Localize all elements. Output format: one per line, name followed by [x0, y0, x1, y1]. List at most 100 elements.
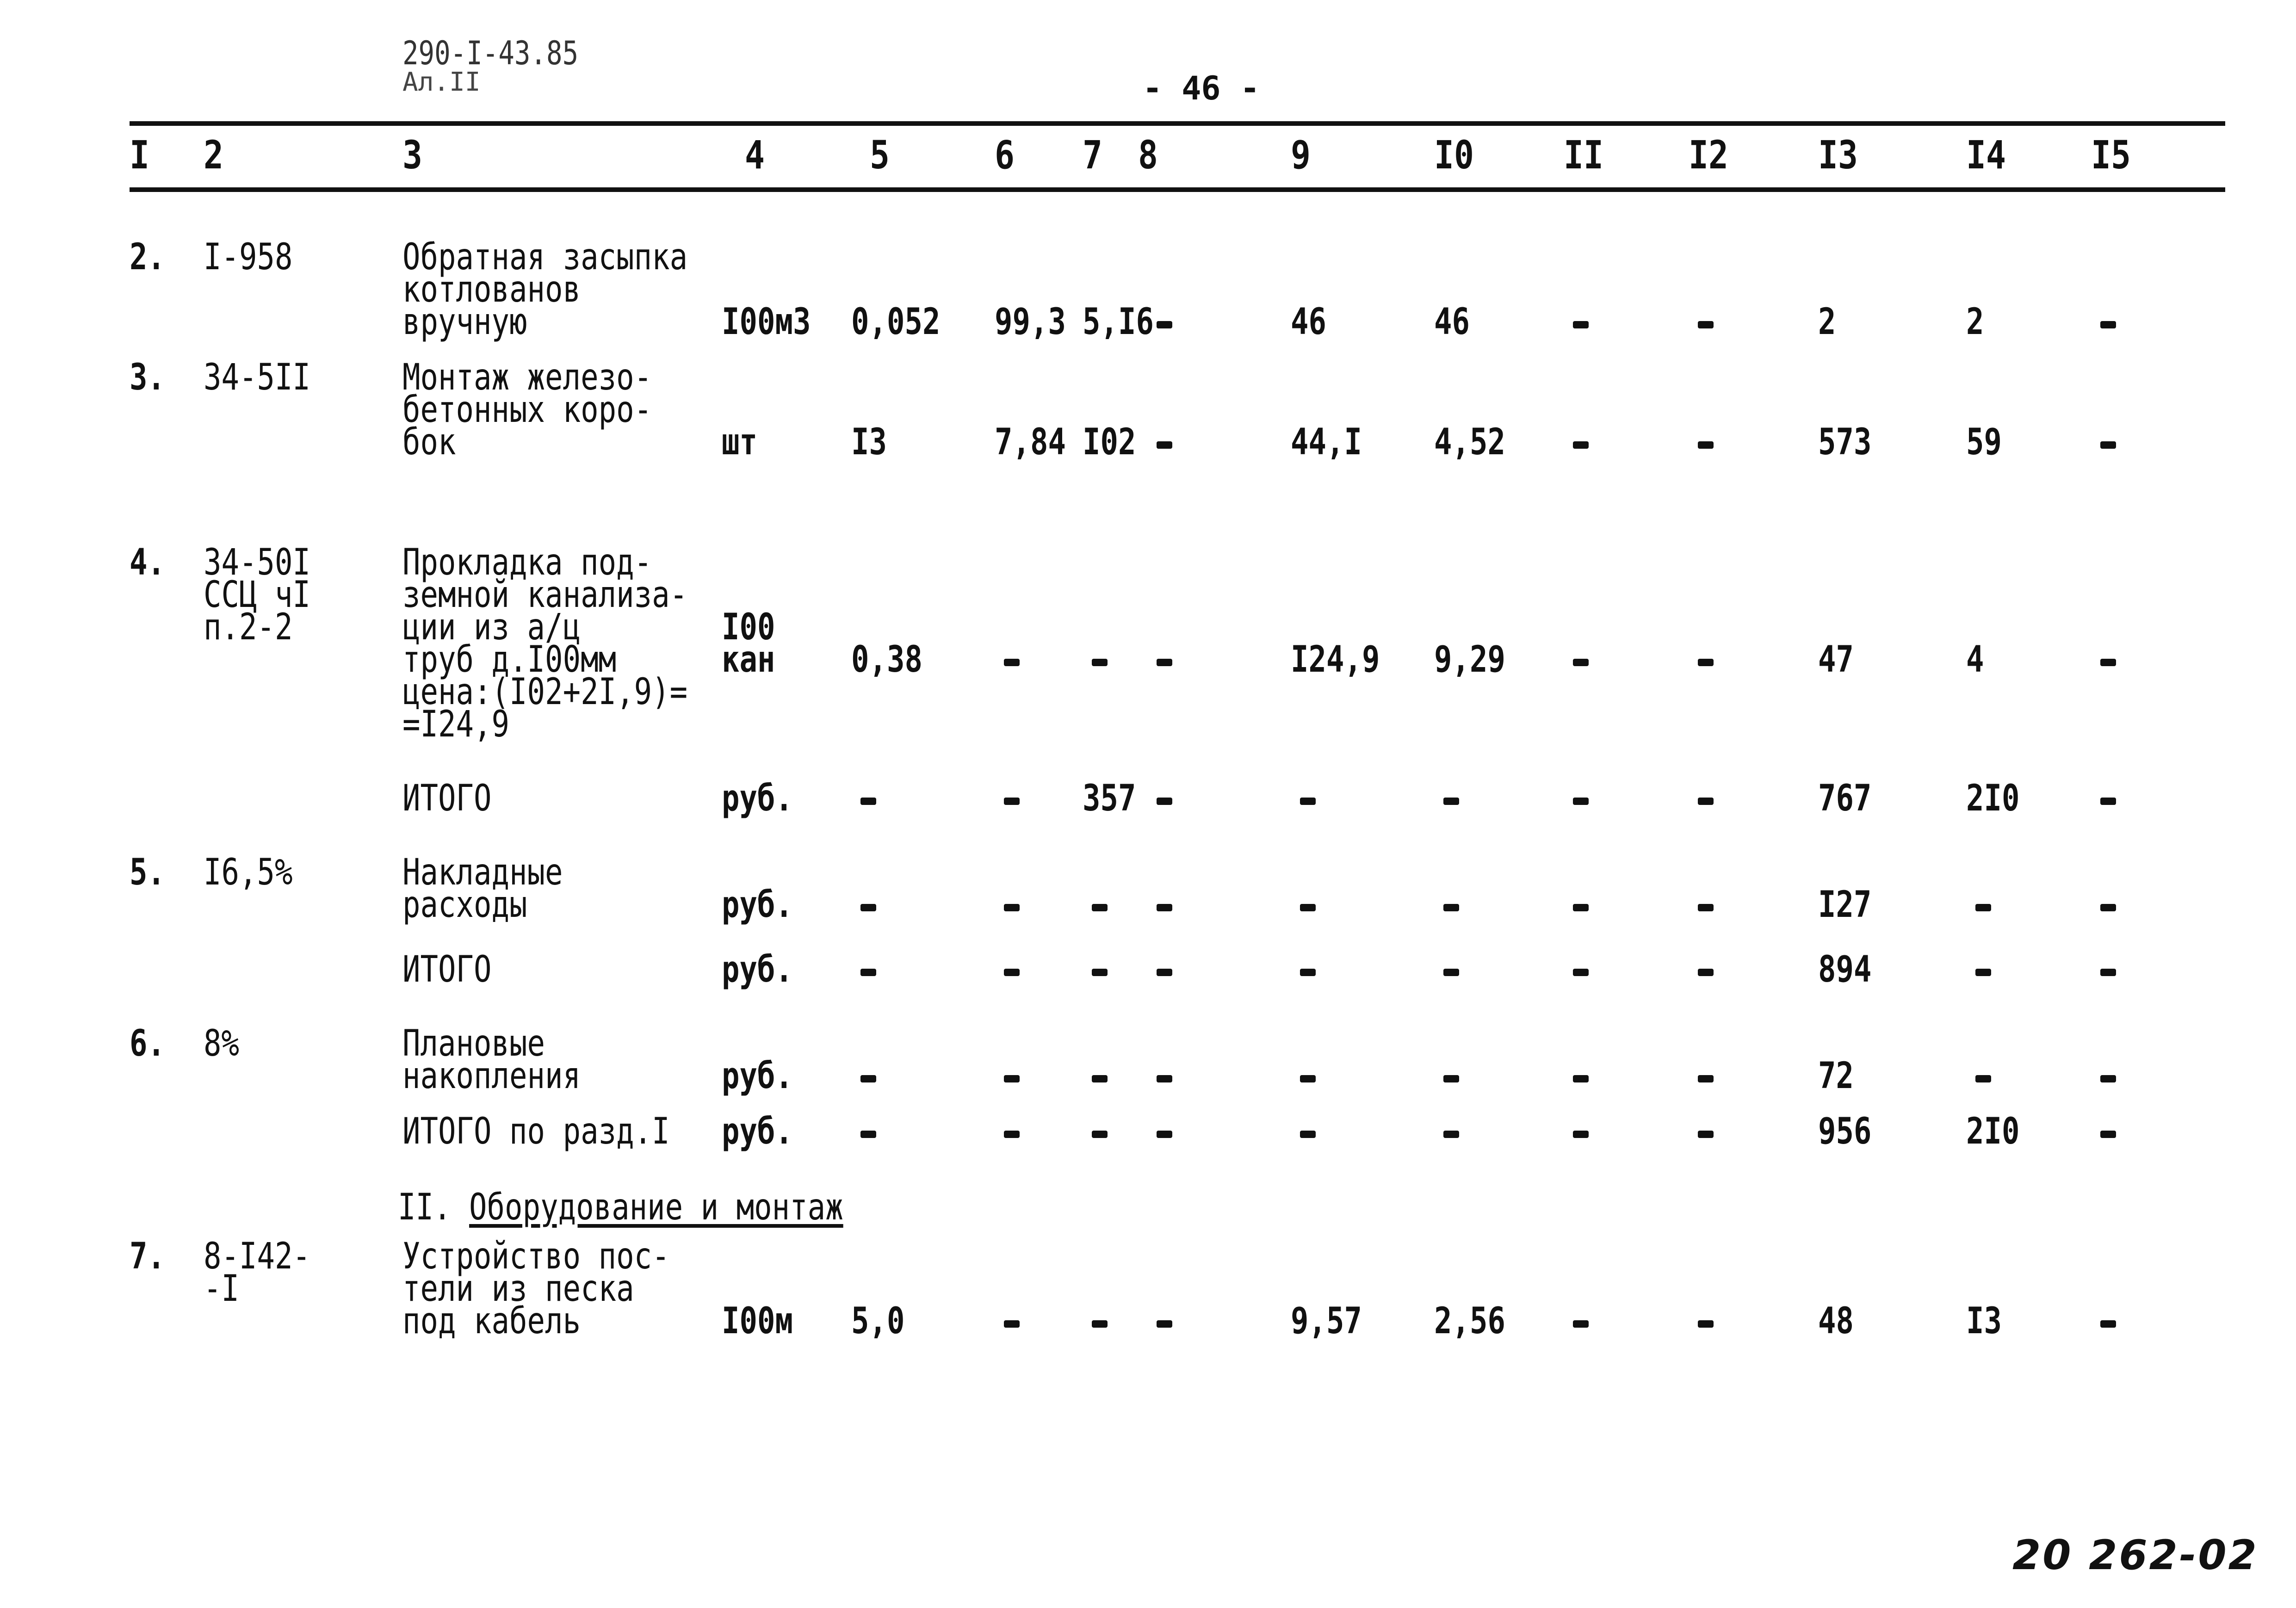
col-9-dash — [1300, 798, 1316, 805]
column-header-3: 3 — [402, 132, 422, 178]
quantity: 0,38 — [851, 639, 923, 680]
col-8-dash — [1157, 1075, 1172, 1082]
col-6-dash — [1004, 1131, 1020, 1138]
col-15-dash — [2100, 1131, 2116, 1138]
header-top-rule — [130, 121, 2225, 126]
col-9: I24,9 — [1291, 639, 1380, 680]
col-7-dash — [1092, 659, 1108, 666]
quantity-dash — [860, 1075, 876, 1082]
column-header-2: 2 — [204, 132, 223, 178]
col-8-dash — [1157, 798, 1172, 805]
col-12-dash — [1698, 1320, 1714, 1328]
col-15-dash — [2100, 1320, 2116, 1328]
row-number: 3. — [130, 357, 166, 398]
col-10: 2,56 — [1434, 1300, 1506, 1342]
unit: руб. — [722, 884, 793, 926]
col-14: I3 — [1966, 1300, 2002, 1342]
column-header-11: II — [1564, 132, 1603, 178]
col-6-dash — [1004, 1320, 1020, 1328]
col-12-dash — [1698, 969, 1714, 976]
col-11-dash — [1573, 1320, 1589, 1328]
section-number: II. — [398, 1187, 452, 1228]
col-13: 2 — [1818, 301, 1836, 343]
col-7: 357 — [1083, 778, 1136, 819]
col-7-dash — [1092, 969, 1108, 976]
quantity-dash — [860, 798, 876, 805]
column-header-7: 7 — [1083, 132, 1102, 178]
unit: руб. — [722, 1111, 793, 1152]
col-15-dash — [2100, 659, 2116, 666]
work-description: вручную — [402, 301, 527, 343]
col-8-dash — [1157, 1320, 1172, 1328]
col-9: 44,I — [1291, 421, 1362, 463]
col-14-dash — [1975, 1075, 1991, 1082]
col-10-dash — [1443, 1131, 1459, 1138]
unit: I00м3 — [722, 301, 811, 343]
col-10-dash — [1443, 1075, 1459, 1082]
col-11-dash — [1573, 969, 1589, 976]
col-8-dash — [1157, 321, 1172, 328]
col-6-dash — [1004, 1075, 1020, 1082]
col-9-dash — [1300, 1131, 1316, 1138]
col-13: 48 — [1818, 1300, 1854, 1342]
col-15-dash — [2100, 798, 2116, 805]
col-11-dash — [1573, 904, 1589, 911]
work-description: бок — [402, 421, 456, 463]
col-11-dash — [1573, 1075, 1589, 1082]
col-14-dash — [1975, 904, 1991, 911]
row-number: 6. — [130, 1023, 166, 1064]
col-15-dash — [2100, 904, 2116, 911]
work-description: ИТОГО — [402, 778, 492, 819]
col-14-dash — [1975, 969, 1991, 976]
column-header-6: 6 — [995, 132, 1015, 178]
col-9-dash — [1300, 904, 1316, 911]
norm-code: 34-5II — [204, 357, 311, 398]
col-9-dash — [1300, 969, 1316, 976]
col-8-dash — [1157, 904, 1172, 911]
col-14: 4 — [1966, 639, 1984, 680]
column-header-15: I5 — [2091, 132, 2131, 178]
col-14: 2 — [1966, 301, 1984, 343]
col-6-dash — [1004, 969, 1020, 976]
col-11-dash — [1573, 321, 1589, 328]
unit: шт — [722, 421, 758, 463]
work-description: ИТОГО по разд.I — [402, 1111, 670, 1152]
col-7-dash — [1092, 1320, 1108, 1328]
col-9: 46 — [1291, 301, 1327, 343]
document-page: 290-I-43.85 Ал.II - 46 - I 2 3 4 5 6 7 8 9 I0 II I2… — [0, 0, 2296, 1608]
column-header-12: I2 — [1689, 132, 1728, 178]
col-15-dash — [2100, 1075, 2116, 1082]
norm-code: п.2-2 — [204, 606, 293, 648]
col-6-dash — [1004, 798, 1020, 805]
col-15-dash — [2100, 441, 2116, 449]
column-header-13: I3 — [1818, 132, 1858, 178]
col-10-dash — [1443, 904, 1459, 911]
column-header-14: I4 — [1966, 132, 2006, 178]
column-header-4: 4 — [745, 132, 765, 178]
column-header-9: 9 — [1291, 132, 1311, 178]
row-number: 5. — [130, 852, 166, 893]
work-description: под кабель — [402, 1300, 581, 1342]
col-7: 5,I6 — [1083, 301, 1154, 343]
document-code: 290-I-43.85 — [402, 34, 579, 72]
col-9: 9,57 — [1291, 1300, 1362, 1342]
col-13: 894 — [1818, 949, 1872, 990]
col-9-dash — [1300, 1075, 1316, 1082]
col-12-dash — [1698, 321, 1714, 328]
row-number: 2. — [130, 236, 166, 278]
col-12-dash — [1698, 441, 1714, 449]
col-7-dash — [1092, 1131, 1108, 1138]
col-14: 2I0 — [1966, 778, 2020, 819]
col-8-dash — [1157, 1131, 1172, 1138]
col-10: 4,52 — [1434, 421, 1506, 463]
norm-code: 8% — [204, 1023, 240, 1064]
col-7-dash — [1092, 1075, 1108, 1082]
column-header-8: 8 — [1138, 132, 1158, 178]
archive-stamp: 20 262-02 — [2012, 1531, 2259, 1579]
unit: руб. — [722, 778, 793, 819]
unit: руб. — [722, 1055, 793, 1097]
quantity-dash — [860, 1131, 876, 1138]
col-11-dash — [1573, 441, 1589, 449]
col-10-dash — [1443, 798, 1459, 805]
col-12-dash — [1698, 1075, 1714, 1082]
